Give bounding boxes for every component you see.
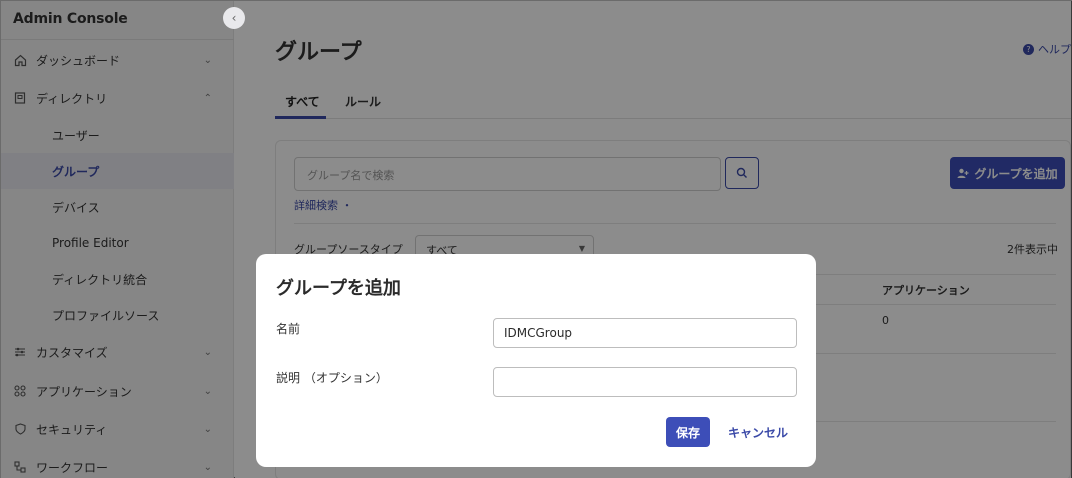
name-field[interactable] [493,318,797,348]
dialog-title: グループを追加 [276,278,401,299]
description-label: 説明 （オプション） [276,371,388,385]
collapse-sidebar-button[interactable]: ‹ [223,7,245,29]
save-button[interactable]: 保存 [666,417,710,447]
chevron-left-icon: ‹ [231,11,237,25]
description-field[interactable] [493,367,797,397]
add-group-dialog: グループを追加 名前 説明 （オプション） 保存 キャンセル [256,254,816,467]
name-label: 名前 [276,322,301,336]
cancel-button[interactable]: キャンセル [726,417,790,447]
